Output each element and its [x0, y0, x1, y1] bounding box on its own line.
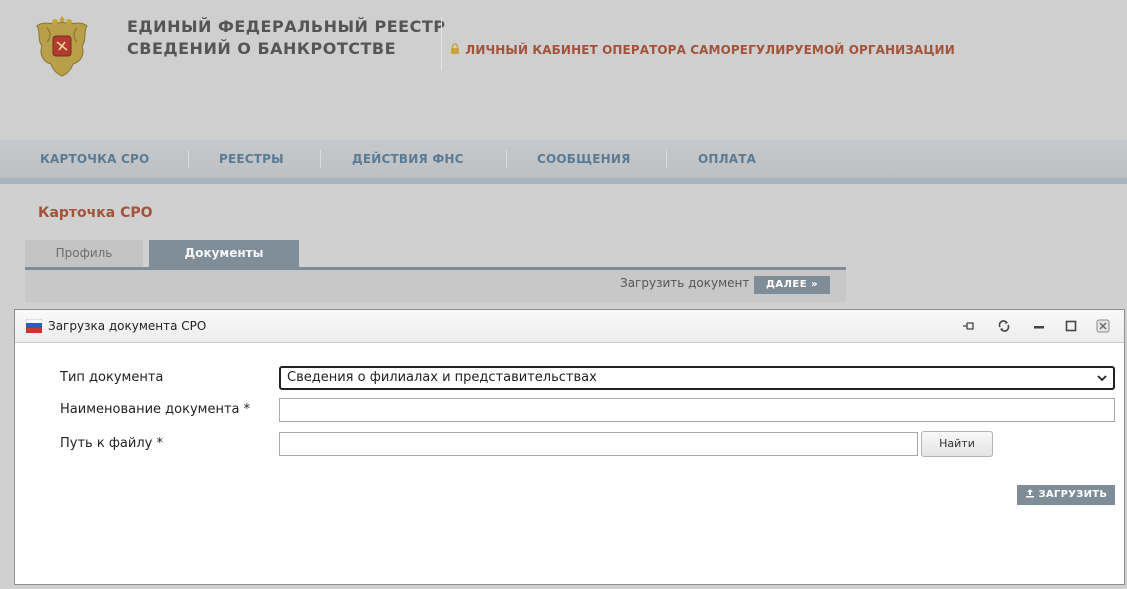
window-icon [26, 319, 42, 333]
nav-item-payment[interactable]: ОПЛАТА [698, 152, 756, 166]
site-title-line2: СВЕДЕНИЙ О БАНКРОТСТВЕ [127, 39, 397, 58]
site-title: ЕДИНЫЙ ФЕДЕРАЛЬНЫЙ РЕЕСТР СВЕДЕНИЙ О БАН… [127, 16, 445, 60]
upload-icon [1025, 489, 1034, 498]
upload-document-label: Загрузить документ [620, 276, 750, 290]
next-button[interactable]: ДАЛЕЕ » [754, 276, 830, 294]
nav-item-messages[interactable]: СООБЩЕНИЯ [537, 152, 631, 166]
nav-divider [320, 150, 321, 168]
upload-button[interactable]: ЗАГРУЗИТЬ [1017, 485, 1115, 505]
pin-icon[interactable] [962, 319, 976, 333]
close-icon[interactable] [1096, 319, 1110, 333]
coat-of-arms-icon [36, 16, 88, 77]
main-nav: КАРТОЧКА СРО РЕЕСТРЫ ДЕЙСТВИЯ ФНС СООБЩЕ… [0, 140, 1127, 184]
tab-documents[interactable]: Документы [149, 240, 299, 267]
tab-profile[interactable]: Профиль [25, 240, 143, 267]
maximize-icon[interactable] [1064, 319, 1078, 333]
header-divider [441, 18, 442, 70]
nav-divider [666, 150, 667, 168]
refresh-icon[interactable] [997, 319, 1011, 333]
doc-type-value: Сведения о филиалах и представительствах [287, 370, 597, 385]
site-header: ЕДИНЫЙ ФЕДЕРАЛЬНЫЙ РЕЕСТР СВЕДЕНИЙ О БАН… [0, 0, 1127, 140]
find-button[interactable]: Найти [921, 431, 993, 457]
doc-type-label: Тип документа [60, 370, 164, 385]
file-path-label: Путь к файлу * [60, 436, 163, 451]
nav-item-fns-actions[interactable]: ДЕЙСТВИЯ ФНС [352, 152, 464, 166]
nav-divider [188, 150, 189, 168]
upload-button-label: ЗАГРУЗИТЬ [1038, 489, 1108, 500]
doc-name-label: Наименование документа * [60, 402, 251, 417]
site-title-line1: ЕДИНЫЙ ФЕДЕРАЛЬНЫЙ РЕЕСТР [127, 17, 446, 36]
nav-item-registries[interactable]: РЕЕСТРЫ [219, 152, 284, 166]
lock-icon [451, 43, 459, 54]
page-title: Карточка СРО [38, 205, 153, 221]
cabinet-label-text: ЛИЧНЫЙ КАБИНЕТ ОПЕРАТОРА САМОРЕГУЛИРУЕМО… [465, 43, 955, 57]
upload-dialog: Загрузка документа СРО Тип документа Све… [14, 309, 1125, 585]
file-path-input[interactable] [279, 432, 918, 456]
cabinet-label: ЛИЧНЫЙ КАБИНЕТ ОПЕРАТОРА САМОРЕГУЛИРУЕМО… [449, 43, 955, 57]
doc-type-select[interactable]: Сведения о филиалах и представительствах [279, 366, 1115, 390]
minimize-icon[interactable] [1032, 319, 1046, 333]
doc-name-input[interactable] [279, 398, 1115, 422]
nav-item-card[interactable]: КАРТОЧКА СРО [40, 152, 149, 166]
chevron-down-icon [1097, 375, 1107, 382]
nav-divider [506, 150, 507, 168]
dialog-header[interactable]: Загрузка документа СРО [15, 310, 1124, 343]
dialog-title: Загрузка документа СРО [48, 319, 207, 333]
